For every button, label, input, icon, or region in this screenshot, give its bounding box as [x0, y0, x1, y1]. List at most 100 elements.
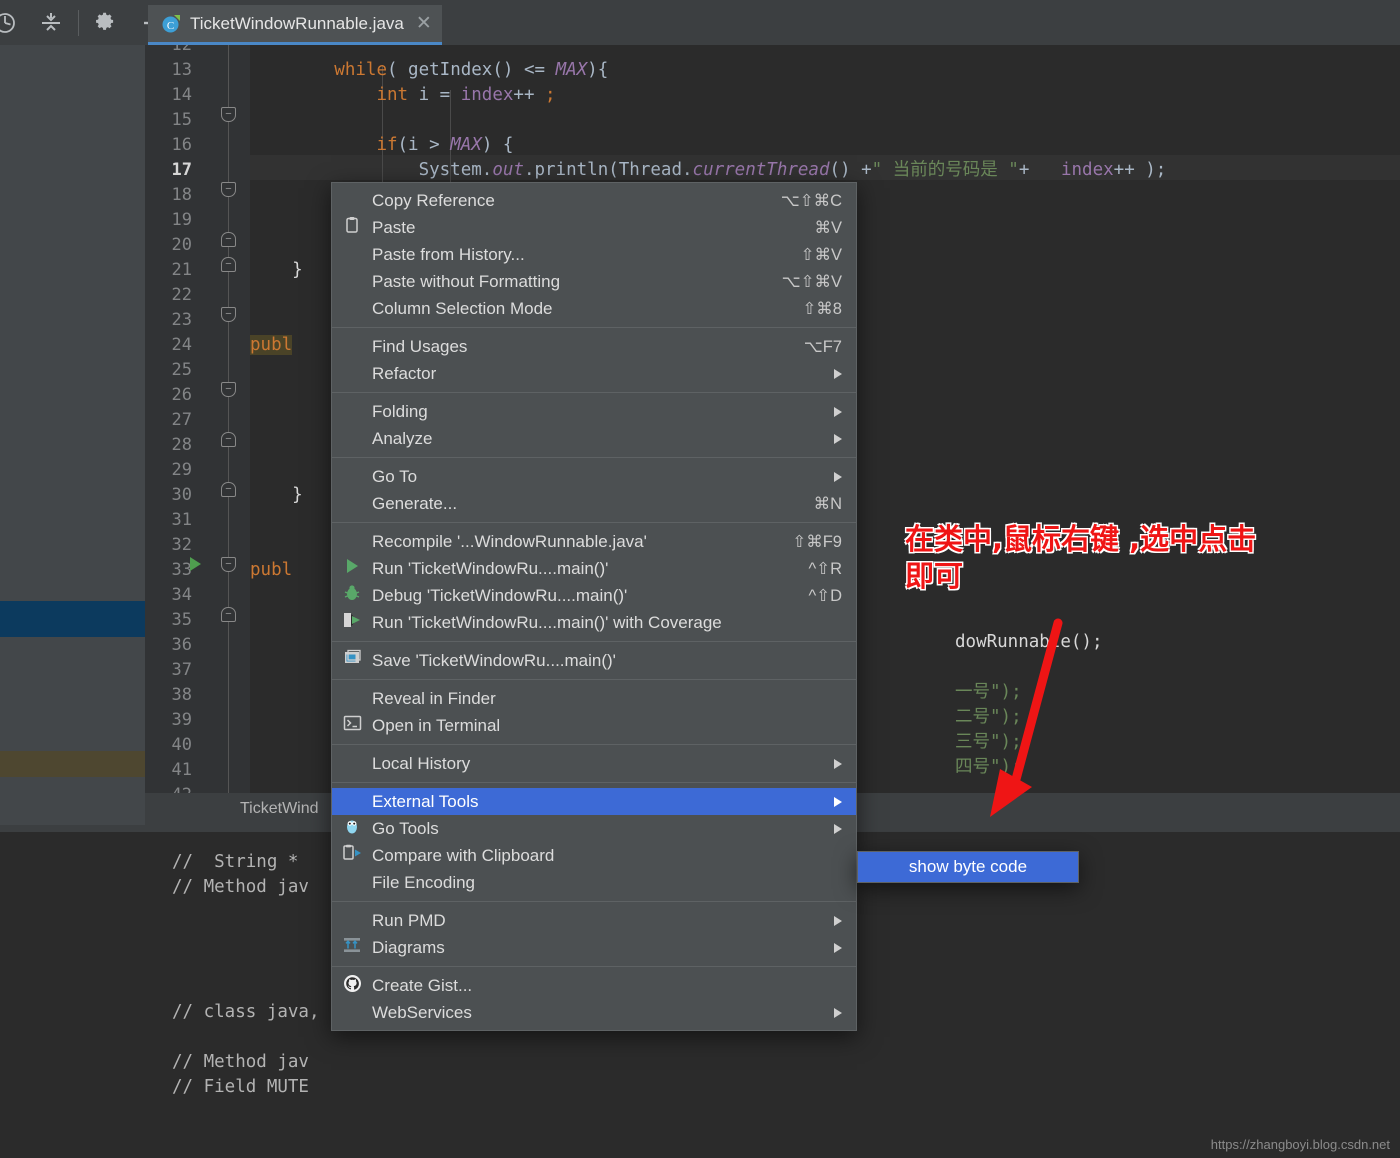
code-token: ( getIndex() <=	[386, 60, 556, 80]
fold-marker[interactable]: −	[221, 557, 236, 572]
menu-separator	[332, 744, 856, 745]
left-panel-highlight-band[interactable]	[0, 751, 145, 777]
menu-item-file-encoding[interactable]: File Encoding	[332, 869, 856, 896]
fold-marker[interactable]: −	[221, 482, 236, 497]
fold-marker[interactable]: −	[221, 307, 236, 322]
save-window-icon	[332, 649, 372, 672]
menu-item-go-to[interactable]: Go To	[332, 463, 856, 490]
fold-marker[interactable]: −	[221, 432, 236, 447]
chevron-right-icon	[834, 823, 842, 834]
fold-marker[interactable]: −	[221, 232, 236, 247]
save-window-icon	[343, 649, 362, 672]
diagram-icon	[342, 936, 362, 959]
editor-gutter[interactable]: 12 13 14 15 16 17 18 19 20 21 22 23 24 25 26 27 28 29 30 31…	[145, 45, 250, 793]
code-token: publ	[250, 560, 293, 580]
external-tools-submenu[interactable]: show byte code	[857, 851, 1079, 883]
code-token: ;	[545, 85, 556, 105]
settings-gear-icon[interactable]	[83, 0, 129, 45]
clock-partial-icon[interactable]	[0, 0, 28, 45]
code-token: ++ );	[1113, 160, 1167, 180]
line-number: 26	[171, 385, 192, 405]
left-panel-selected-band[interactable]	[0, 601, 145, 637]
menu-item-save-ticketwindowru-main[interactable]: Save 'TicketWindowRu....main()'	[332, 647, 856, 674]
menu-item-label: Paste	[372, 217, 416, 237]
code-line: int i = index++ ;	[250, 83, 556, 108]
menu-item-analyze[interactable]: Analyze	[332, 425, 856, 452]
menu-item-run-pmd[interactable]: Run PMD	[332, 907, 856, 934]
menu-item-show-byte-code[interactable]: show byte code	[858, 852, 1078, 882]
menu-item-column-selection-mode[interactable]: Column Selection Mode ⇧⌘8	[332, 295, 856, 322]
menu-separator	[332, 327, 856, 328]
menu-item-create-gist[interactable]: Create Gist...	[332, 972, 856, 999]
fold-marker[interactable]: −	[221, 382, 236, 397]
line-number: 17	[171, 160, 192, 180]
menu-item-shortcut: ⇧⌘V	[800, 245, 842, 264]
menu-item-folding[interactable]: Folding	[332, 398, 856, 425]
menu-item-label: Go Tools	[372, 818, 439, 838]
line-number: 40	[171, 735, 192, 755]
menu-item-shortcut: ⌘V	[814, 218, 842, 237]
chevron-right-icon	[834, 796, 842, 807]
code-token: }	[250, 260, 303, 280]
menu-item-label: Paste without Formatting	[372, 271, 561, 291]
menu-item-label: Go To	[372, 466, 418, 486]
bytecode-line: // Field MUTE	[172, 1077, 309, 1097]
run-gutter-icon[interactable]	[190, 557, 201, 571]
menu-item-local-history[interactable]: Local History	[332, 750, 856, 777]
expand-collapse-icon[interactable]	[28, 0, 74, 45]
line-number: 29	[171, 460, 192, 480]
left-tool-panel	[0, 45, 145, 829]
menu-item-label: Run 'TicketWindowRu....main()' with Cove…	[372, 612, 722, 632]
menu-item-open-in-terminal[interactable]: Open in Terminal	[332, 712, 856, 739]
code-token: ++	[513, 85, 546, 105]
line-number: 31	[171, 510, 192, 530]
menu-item-label: Folding	[372, 401, 428, 421]
fold-marker[interactable]: −	[221, 107, 236, 122]
line-number: 24	[171, 335, 192, 355]
menu-item-run-ticketwindowru-main-with-coverage[interactable]: Run 'TicketWindowRu....main()' with Cove…	[332, 609, 856, 636]
github-icon	[332, 974, 372, 998]
chevron-right-icon	[834, 758, 842, 769]
menu-item-compare-with-clipboard[interactable]: Compare with Clipboard	[332, 842, 856, 869]
menu-item-refactor[interactable]: Refactor	[332, 360, 856, 387]
menu-item-debug-ticketwindowru-main[interactable]: Debug 'TicketWindowRu....main()' ^⇧D	[332, 582, 856, 609]
java-class-icon: C	[160, 13, 182, 35]
fold-marker[interactable]: −	[221, 257, 236, 272]
code-token: int	[376, 85, 409, 105]
close-icon[interactable]: ✕	[416, 14, 432, 33]
line-number: 33	[171, 560, 192, 580]
menu-item-label: Open in Terminal	[372, 715, 501, 735]
editor-context-menu[interactable]: Copy Reference ⌥⇧⌘C Paste ⌘V Paste from Hist…	[331, 182, 857, 1031]
menu-item-diagrams[interactable]: Diagrams	[332, 934, 856, 961]
menu-item-paste-from-history[interactable]: Paste from History... ⇧⌘V	[332, 241, 856, 268]
menu-item-generate[interactable]: Generate... ⌘N	[332, 490, 856, 517]
menu-item-external-tools[interactable]: External Tools	[332, 788, 856, 815]
menu-item-label: Refactor	[372, 363, 437, 383]
coverage-icon	[342, 611, 362, 634]
terminal-icon	[343, 715, 362, 736]
menu-separator	[332, 522, 856, 523]
menu-item-copy-reference[interactable]: Copy Reference ⌥⇧⌘C	[332, 187, 856, 214]
menu-item-label: WebServices	[372, 1002, 472, 1022]
menu-item-reveal-in-finder[interactable]: Reveal in Finder	[332, 685, 856, 712]
menu-item-shortcut: ^⇧R	[808, 559, 842, 578]
line-number: 15	[171, 110, 192, 130]
menu-separator	[332, 901, 856, 902]
menu-item-find-usages[interactable]: Find Usages ⌥F7	[332, 333, 856, 360]
menu-item-shortcut: ⌥⇧⌘V	[781, 272, 842, 291]
editor-tab-ticketwindowrunnable[interactable]: C TicketWindowRunnable.java ✕	[148, 5, 442, 45]
fold-marker[interactable]: −	[221, 182, 236, 197]
code-token: +	[1018, 160, 1061, 180]
menu-item-webservices[interactable]: WebServices	[332, 999, 856, 1026]
line-number: 23	[171, 310, 192, 330]
fold-marker[interactable]: −	[221, 607, 236, 622]
line-number: 21	[171, 260, 192, 280]
code-line: }	[250, 483, 303, 508]
menu-item-run-ticketwindowru-main[interactable]: Run 'TicketWindowRu....main()' ^⇧R	[332, 555, 856, 582]
menu-item-paste-without-formatting[interactable]: Paste without Formatting ⌥⇧⌘V	[332, 268, 856, 295]
menu-item-paste[interactable]: Paste ⌘V	[332, 214, 856, 241]
code-token: i =	[408, 85, 461, 105]
menu-item-recompile-windowrunnable-java[interactable]: Recompile '...WindowRunnable.java' ⇧⌘F9	[332, 528, 856, 555]
menu-item-go-tools[interactable]: Go Tools	[332, 815, 856, 842]
